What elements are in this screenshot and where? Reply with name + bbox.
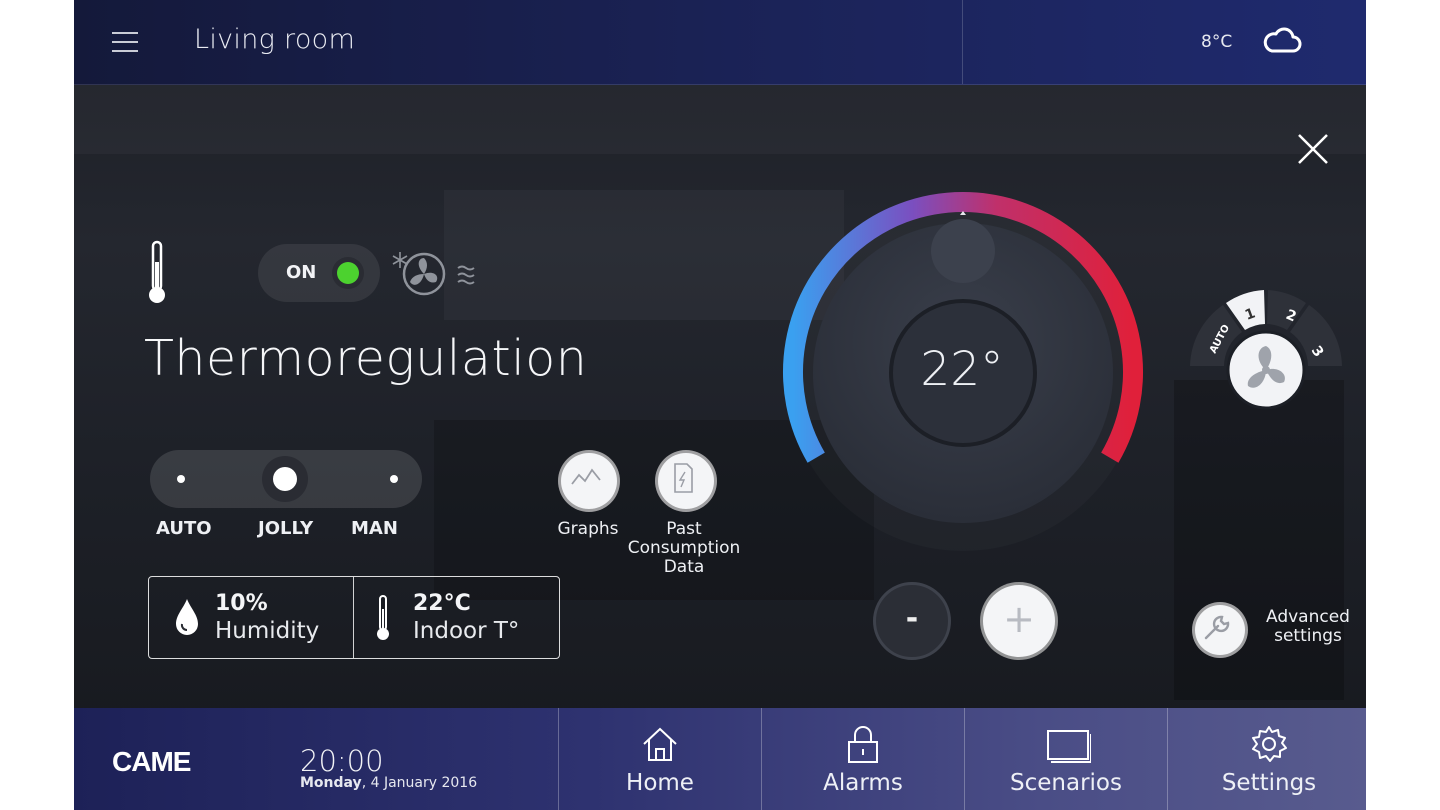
water-drop-icon xyxy=(176,599,198,635)
past-consumption-label: Past Consumption Data xyxy=(627,519,741,577)
past-consumption-button[interactable] xyxy=(655,450,717,512)
graphs-label: Graphs xyxy=(557,519,619,539)
nav-alarms-label: Alarms xyxy=(823,770,903,796)
scenarios-icon xyxy=(1047,730,1091,763)
fan-speed-selector[interactable]: AUTO 1 2 3 xyxy=(1184,288,1348,412)
wrench-icon xyxy=(1204,615,1230,640)
thermometer-icon xyxy=(149,240,165,303)
date-weekday: Monday xyxy=(300,775,362,791)
minus-label: - xyxy=(905,601,919,636)
cloud-icon[interactable] xyxy=(1262,26,1302,56)
bottom-bar: CAME 20:00 Monday, 4 January 2016 Home A… xyxy=(74,708,1366,810)
plus-label: + xyxy=(1003,597,1035,641)
nav-scenarios-label: Scenarios xyxy=(1010,770,1122,796)
indoor-temperature-value: 22°C xyxy=(413,591,471,616)
document-energy-icon xyxy=(674,463,693,493)
nav-home[interactable]: Home xyxy=(559,708,761,810)
indoor-thermometer-icon xyxy=(377,595,389,640)
page-title: Thermoregulation xyxy=(144,330,588,387)
background-ceiling xyxy=(74,84,1366,154)
advanced-settings-label: Advanced settings xyxy=(1266,607,1350,646)
mode-label-auto[interactable]: AUTO xyxy=(156,518,212,539)
readings-divider xyxy=(353,577,354,658)
nav-alarms[interactable]: Alarms xyxy=(762,708,964,810)
readings-panel: 10% Humidity 22°C Indoor T° xyxy=(148,576,560,659)
decrease-temperature-button[interactable]: - xyxy=(873,582,951,660)
top-bar: Living room 8°C xyxy=(74,0,1366,85)
gear-icon xyxy=(1252,726,1287,762)
mode-man-point[interactable] xyxy=(390,475,398,483)
clock-time: 20:00 xyxy=(300,744,384,778)
mode-label-man[interactable]: MAN xyxy=(351,518,398,539)
chart-line-icon xyxy=(571,468,601,485)
date-day: , 4 January 2016 xyxy=(361,775,478,791)
nav-scenarios[interactable]: Scenarios xyxy=(965,708,1167,810)
setpoint-temperature: 22° xyxy=(920,342,1004,397)
nav-settings[interactable]: Settings xyxy=(1168,708,1366,810)
humidity-value: 10% xyxy=(215,591,268,616)
mode-auto-point[interactable] xyxy=(177,475,185,483)
topbar-divider xyxy=(962,0,963,84)
mode-selector-knob[interactable] xyxy=(262,456,308,502)
background-armchair xyxy=(1174,380,1344,700)
mode-selector[interactable] xyxy=(150,450,422,508)
nav-settings-label: Settings xyxy=(1221,770,1317,796)
indoor-temperature-label: Indoor T° xyxy=(413,618,520,644)
lock-icon xyxy=(848,726,878,763)
power-toggle[interactable]: ON xyxy=(258,244,380,302)
power-label: ON xyxy=(286,262,317,283)
hamburger-menu-icon[interactable] xyxy=(110,28,140,56)
graphs-button[interactable] xyxy=(558,450,620,512)
nav-home-label: Home xyxy=(626,770,694,796)
humidity-label: Humidity xyxy=(215,618,320,644)
dial-handle xyxy=(931,219,995,283)
power-status-indicator xyxy=(332,257,364,289)
home-icon xyxy=(643,727,677,761)
thermostat-screen: Living room 8°C ON Thermoregulation AUTO… xyxy=(74,0,1366,810)
brand-logo: CAME xyxy=(112,746,191,777)
mode-label-jolly[interactable]: JOLLY xyxy=(258,518,313,539)
outdoor-temperature: 8°C xyxy=(1201,32,1233,52)
heat-waves-icon xyxy=(457,265,475,285)
heating-cooling-mode-icons xyxy=(392,252,475,296)
increase-temperature-button[interactable]: + xyxy=(980,582,1058,660)
room-title: Living room xyxy=(194,24,356,55)
fan-icon xyxy=(402,252,446,296)
advanced-settings-button[interactable] xyxy=(1192,602,1248,658)
clock-date: Monday, 4 January 2016 xyxy=(300,775,477,791)
close-icon[interactable] xyxy=(1296,132,1330,166)
